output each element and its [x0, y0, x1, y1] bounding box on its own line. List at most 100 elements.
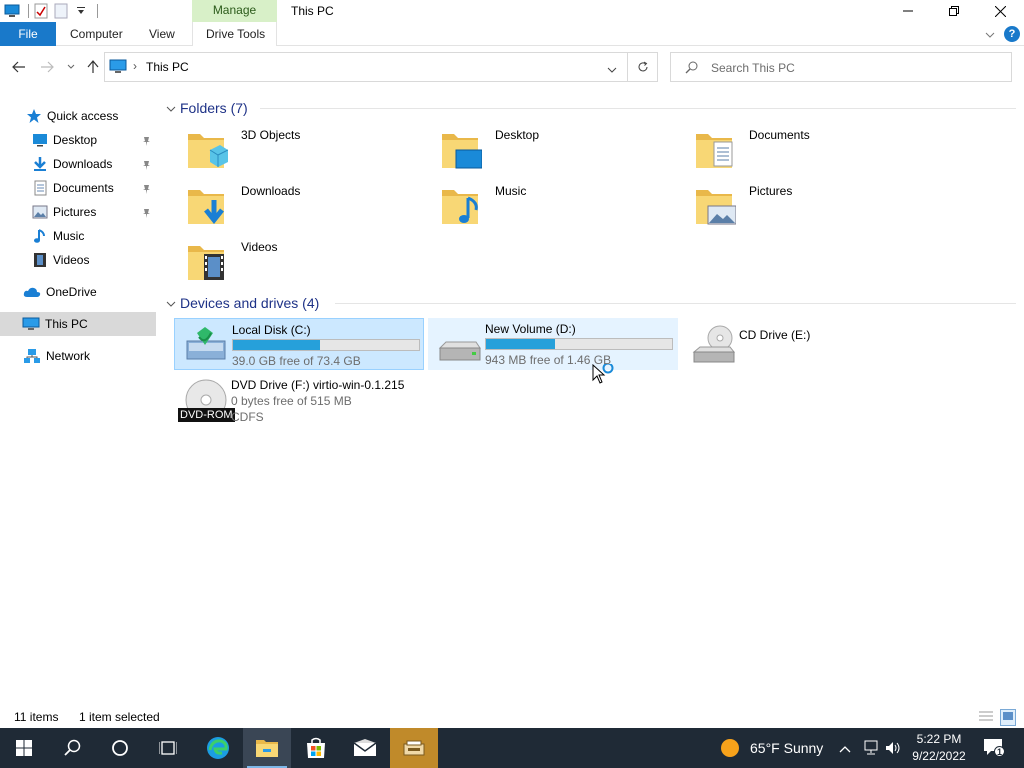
search-taskbar-button[interactable]: [48, 728, 96, 768]
nav-videos[interactable]: Videos: [0, 248, 156, 272]
nav-documents[interactable]: Documents: [0, 176, 156, 200]
navigation-pane: Quick access Desktop Downloads Documents…: [0, 96, 156, 706]
pictures-icon: [32, 204, 48, 220]
back-button[interactable]: [8, 56, 30, 78]
weather-sun-icon[interactable]: [720, 738, 740, 761]
folder-desktop[interactable]: Desktop: [424, 124, 674, 176]
task-view-button[interactable]: [144, 728, 192, 768]
minimize-button[interactable]: [885, 0, 931, 22]
nav-label: Network: [46, 349, 91, 363]
busy-cursor-icon: [592, 362, 618, 389]
nav-music[interactable]: Music: [0, 224, 156, 248]
edge-browser-button[interactable]: [194, 728, 242, 768]
folders-group-title: Folders (7): [180, 100, 248, 116]
folder-name: 3D Objects: [241, 128, 301, 142]
ribbon-expand-icon[interactable]: [985, 29, 995, 43]
nav-label: This PC: [45, 317, 88, 331]
nav-downloads[interactable]: Downloads: [0, 152, 156, 176]
drives-group-header[interactable]: Devices and drives (4): [166, 293, 319, 313]
this-pc-window-icon[interactable]: [4, 3, 20, 19]
manage-context-tab[interactable]: Manage: [192, 0, 277, 22]
address-dropdown-icon[interactable]: [607, 63, 617, 77]
address-bar[interactable]: › This PC: [104, 52, 628, 82]
refresh-button[interactable]: [628, 52, 658, 82]
drive-new-volume-d[interactable]: New Volume (D:) 943 MB free of 1.46 GB: [428, 318, 678, 370]
drive-dvd-f[interactable]: DVD-ROM DVD Drive (F:) virtio-win-0.1.21…: [174, 374, 424, 430]
tab-file[interactable]: File: [0, 22, 56, 46]
pin-icon[interactable]: [142, 159, 151, 173]
breadcrumb-chevron-icon[interactable]: ›: [133, 59, 137, 73]
pin-icon[interactable]: [142, 183, 151, 197]
taskbar: 65°F Sunny 5:22 PM 9/22/2022 1: [0, 728, 1024, 768]
recent-locations-icon[interactable]: [60, 56, 82, 78]
folder-name: Music: [495, 184, 527, 198]
nav-desktop[interactable]: Desktop: [0, 128, 156, 152]
mail-button[interactable]: [341, 728, 389, 768]
forward-button[interactable]: [36, 56, 58, 78]
pin-icon[interactable]: [142, 207, 151, 221]
breadcrumb-this-pc[interactable]: This PC: [146, 60, 189, 74]
folders-group-header[interactable]: Folders (7): [166, 98, 248, 118]
status-bar: 11 items 1 item selected: [0, 706, 1024, 728]
drive-free-space: 0 bytes free of 515 MB: [231, 394, 352, 408]
system-clock[interactable]: 5:22 PM 9/22/2022: [904, 731, 974, 765]
folder-music[interactable]: Music: [424, 180, 674, 232]
folder-videos[interactable]: Videos: [170, 236, 420, 288]
help-icon[interactable]: ?: [1004, 26, 1020, 42]
restore-button[interactable]: [931, 0, 977, 22]
pin-icon[interactable]: [142, 135, 151, 149]
folder-downloads[interactable]: Downloads: [170, 180, 420, 232]
nav-label: OneDrive: [46, 285, 97, 299]
notifications-icon[interactable]: 1: [983, 738, 1005, 759]
file-explorer-button[interactable]: [243, 728, 291, 768]
search-icon: [685, 61, 698, 77]
pinned-app-button[interactable]: [390, 728, 438, 768]
drive-name: CD Drive (E:): [739, 328, 811, 342]
title-bar: Manage This PC: [0, 0, 1024, 22]
folder-name: Documents: [749, 128, 810, 142]
nav-pictures[interactable]: Pictures: [0, 200, 156, 224]
network-tray-icon[interactable]: [862, 740, 880, 759]
downloads-folder-icon: [184, 184, 228, 228]
tab-drive-tools[interactable]: Drive Tools: [206, 22, 265, 46]
microsoft-store-button[interactable]: [292, 728, 340, 768]
folder-pictures[interactable]: Pictures: [678, 180, 928, 232]
nav-label: Music: [53, 229, 85, 243]
properties-icon[interactable]: [33, 3, 49, 19]
window-title: This PC: [291, 4, 334, 18]
nav-onedrive[interactable]: OneDrive: [0, 280, 156, 304]
new-folder-icon[interactable]: [53, 3, 69, 19]
up-button[interactable]: [82, 56, 104, 78]
nav-label: Pictures: [53, 205, 97, 219]
cd-drive-icon: [690, 322, 738, 366]
drive-name: New Volume (D:): [485, 322, 576, 336]
start-button[interactable]: [0, 728, 48, 768]
nav-network[interactable]: Network: [0, 344, 156, 368]
weather-text[interactable]: 65°F Sunny: [750, 740, 823, 756]
qat-separator: [28, 4, 29, 18]
search-input[interactable]: Search This PC: [670, 52, 1012, 82]
volume-icon[interactable]: [884, 740, 902, 759]
pictures-folder-icon: [692, 184, 737, 228]
details-view-icon[interactable]: [978, 710, 994, 725]
tab-computer[interactable]: Computer: [70, 22, 123, 46]
cortana-button[interactable]: [96, 728, 144, 768]
folder-3d-objects[interactable]: 3D Objects: [170, 124, 420, 176]
large-icons-view-icon[interactable]: [1000, 709, 1016, 726]
search-placeholder: Search This PC: [711, 61, 795, 75]
show-hidden-icons-icon[interactable]: [839, 742, 851, 756]
qat-dropdown-icon[interactable]: [73, 3, 89, 19]
notification-count: 1: [994, 746, 1005, 757]
folder-name: Desktop: [495, 128, 540, 142]
star-icon: [26, 108, 42, 124]
close-button[interactable]: [977, 0, 1023, 22]
drives-group-title: Devices and drives (4): [180, 295, 320, 311]
nav-label: Videos: [53, 253, 90, 267]
folder-documents[interactable]: Documents: [678, 124, 928, 176]
drive-cd-e[interactable]: CD Drive (E:): [682, 318, 932, 370]
nav-this-pc[interactable]: This PC: [0, 312, 156, 336]
drive-local-c[interactable]: Local Disk (C:) 39.0 GB free of 73.4 GB: [174, 318, 424, 370]
tab-view[interactable]: View: [149, 22, 175, 46]
folder-name: Downloads: [241, 184, 301, 198]
nav-quick-access[interactable]: Quick access: [0, 104, 156, 128]
